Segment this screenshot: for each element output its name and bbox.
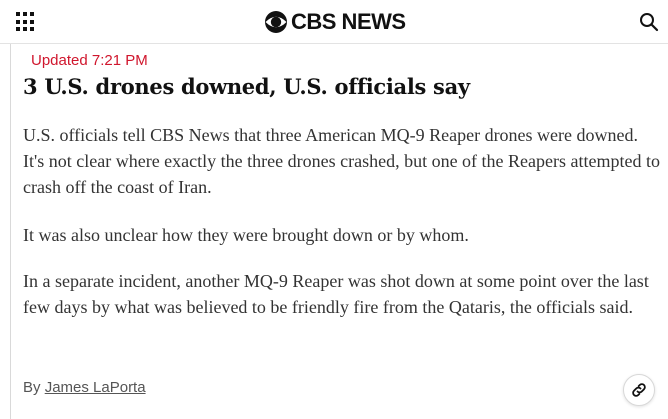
link-icon[interactable] <box>623 374 655 406</box>
updated-timestamp: Updated 7:21 PM <box>31 52 148 69</box>
grid-menu-icon[interactable] <box>16 12 36 32</box>
search-icon[interactable] <box>639 12 659 32</box>
site-header: CBS NEWS <box>0 0 668 44</box>
live-update-card: Updated 7:21 PM 3 U.S. drones downed, U.… <box>10 44 668 419</box>
cbs-eye-icon <box>265 11 287 33</box>
cbs-news-logo[interactable]: CBS NEWS <box>264 9 406 35</box>
brand-text: CBS NEWS <box>291 9 406 34</box>
article-headline: 3 U.S. drones downed, U.S. officials say <box>23 74 470 99</box>
article-paragraph: U.S. officials tell CBS News that three … <box>23 125 660 197</box>
author-link[interactable]: James LaPorta <box>45 379 146 396</box>
article-paragraph: It was also unclear how they were brough… <box>23 225 469 245</box>
byline-prefix: By <box>23 379 41 396</box>
byline: By James LaPorta <box>23 378 146 398</box>
article-paragraph: In a separate incident, another MQ-9 Rea… <box>23 271 649 317</box>
page: CBS NEWS Updated 7:21 PM 3 U.S. drones d… <box>0 0 668 419</box>
